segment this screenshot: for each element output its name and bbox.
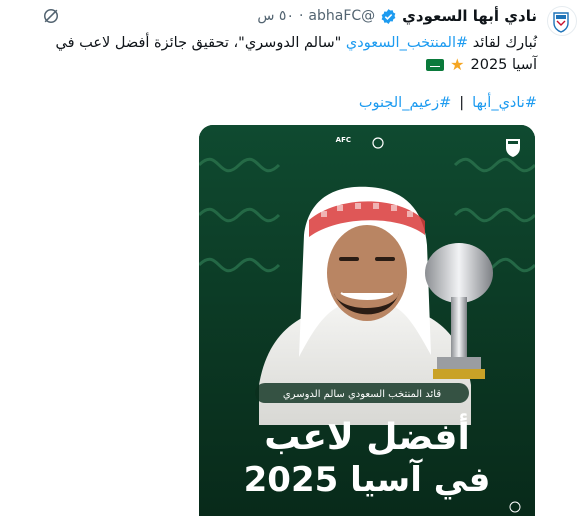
afc-logo: AFC (336, 136, 351, 144)
text-prefix: نُبارك لقائد (472, 35, 537, 51)
author-name[interactable]: نادي أبها السعودي (402, 7, 537, 25)
hashtag-team[interactable]: #المنتخب_السعودي (346, 35, 468, 51)
hashtag-club[interactable]: #نادي_أبها (472, 95, 537, 111)
award-title-line1: أفضل لاعب (264, 413, 470, 458)
separator-dot: · (298, 8, 304, 24)
tweet-header: نادي أبها السعودي @abhaFC · ٥٠ س (45, 6, 537, 26)
verified-badge-icon (380, 8, 397, 25)
post-time[interactable]: ٥٠ س (257, 8, 294, 24)
tweet-text: نُبارك لقائد #المنتخب_السعودي "سالم الدو… (32, 32, 537, 76)
caption-small: قائد المنتخب السعودي سالم الدوسري (283, 389, 441, 400)
text-line2: آسيا 2025 (470, 57, 538, 73)
hashtag-separator: | (459, 95, 465, 111)
grok-icon[interactable] (40, 6, 62, 26)
tweet: نادي أبها السعودي @abhaFC · ٥٠ س نُبارك … (0, 0, 583, 516)
award-graphic: AFC قائد المنتخب السعودي سالم الدوسري أف… (199, 125, 535, 516)
hashtag-south[interactable]: #زعيم_الجنوب (359, 95, 451, 111)
avatar[interactable] (547, 6, 577, 36)
text-line-2: آسيا 2025 ★ (32, 54, 537, 76)
text-mid: "سالم الدوسري"، تحقيق جائزة أفضل لاعب في (55, 35, 342, 51)
award-title-line2: في آسيا 2025 (244, 458, 491, 500)
club-crest-icon (553, 12, 569, 33)
text-line-1: نُبارك لقائد #المنتخب_السعودي "سالم الدو… (32, 32, 537, 54)
tweet-image[interactable]: AFC قائد المنتخب السعودي سالم الدوسري أف… (199, 125, 535, 516)
hashtags-row: #نادي_أبها | #زعيم_الجنوب (359, 92, 537, 114)
saudi-flag-emoji (426, 59, 445, 71)
author-handle[interactable]: @abhaFC (308, 8, 375, 24)
star-emoji: ★ (450, 55, 465, 74)
